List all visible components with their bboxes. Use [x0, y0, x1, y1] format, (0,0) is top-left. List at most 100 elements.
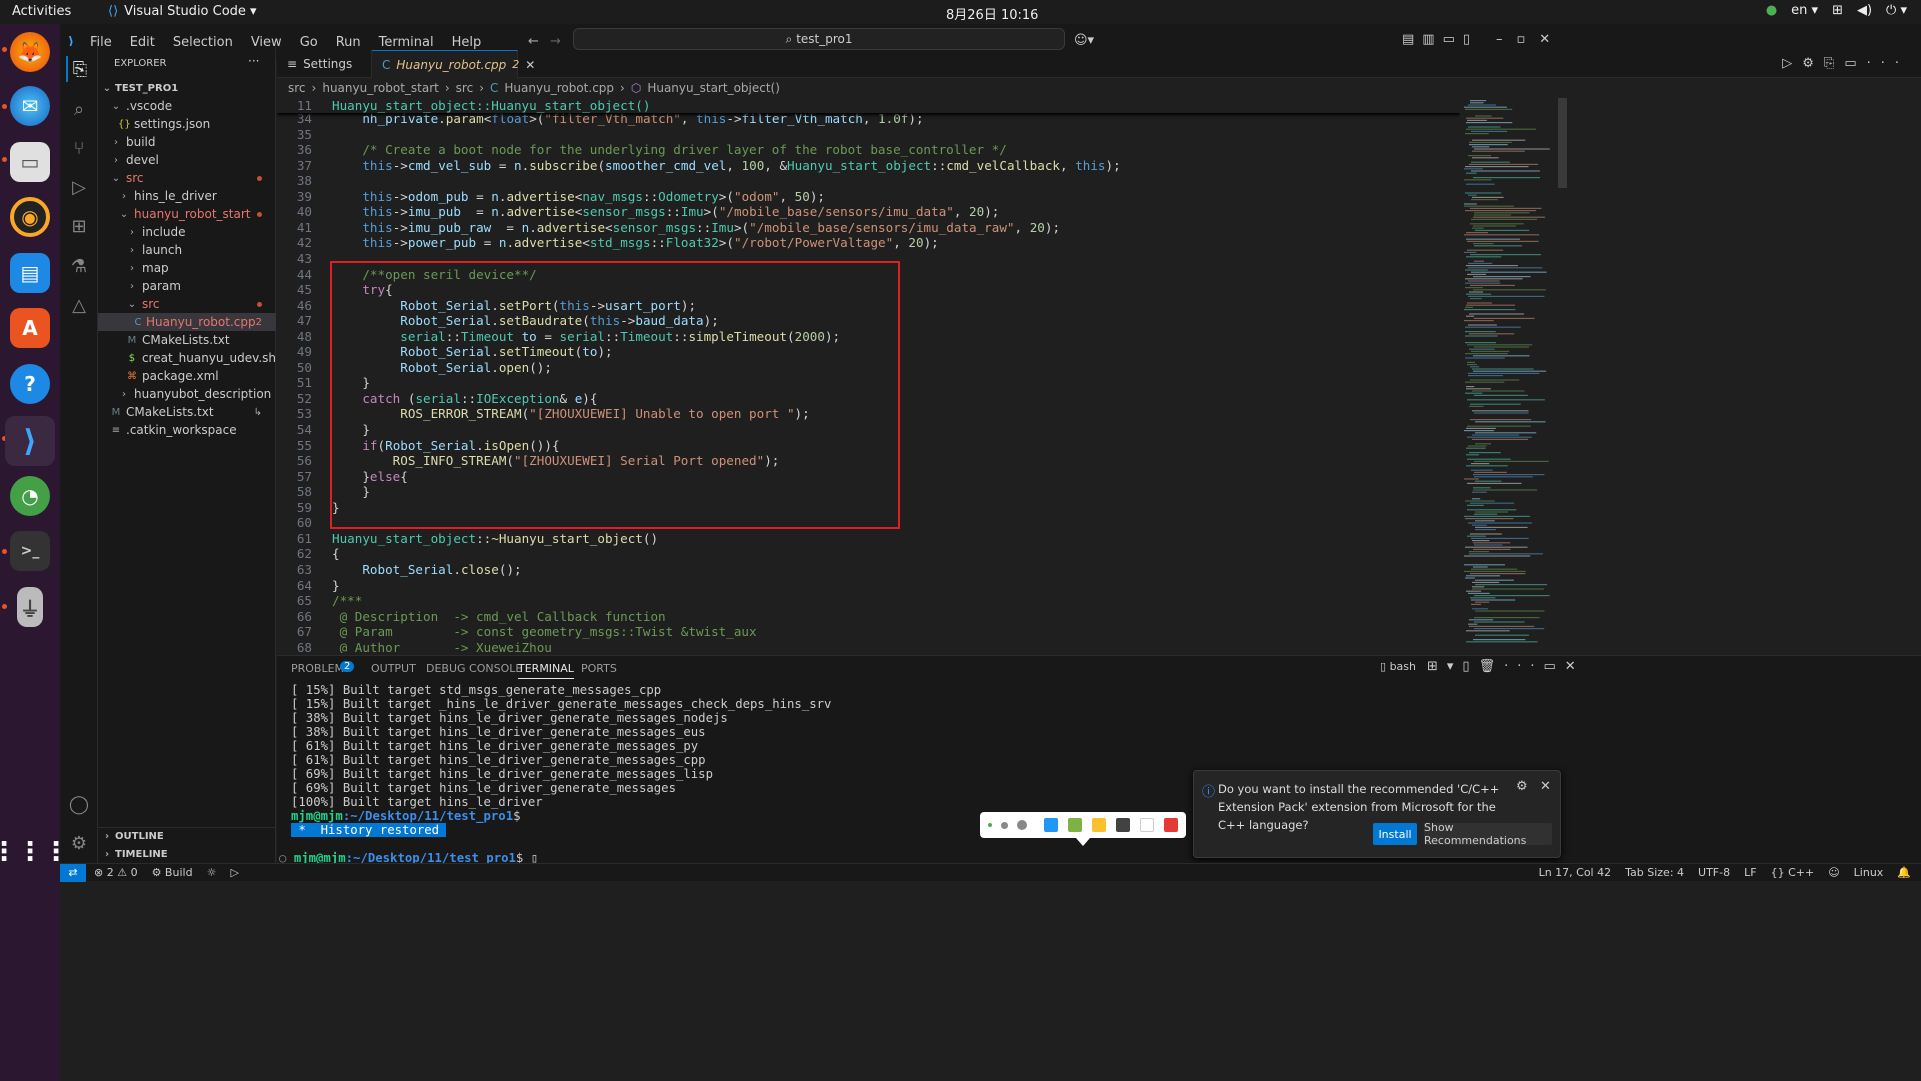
tab-huanyu-robot-cpp[interactable]: C Huanyu_robot.cpp 2 ✕: [372, 50, 535, 78]
writer-icon[interactable]: ▤: [10, 253, 50, 293]
clock[interactable]: 8月26日 10:16: [946, 4, 1038, 23]
tree-item-cmakelists-txt[interactable]: M CMakeLists.txt ↳: [98, 403, 276, 421]
tree-item-launch[interactable]: › launch: [98, 241, 276, 259]
testing-icon[interactable]: ⚗: [66, 253, 92, 279]
layout-controls[interactable]: ▤▥▭▯: [1402, 32, 1478, 47]
back-arrow-icon[interactable]: ←: [528, 34, 539, 49]
color-swatch[interactable]: [1044, 818, 1058, 832]
code-line[interactable]: this->cmd_vel_sub = n.subscribe(smoother…: [332, 158, 1120, 173]
size-medium-dot[interactable]: [1001, 821, 1008, 829]
copilot-status-icon[interactable]: ☺: [1828, 866, 1839, 879]
wechat-tray-icon[interactable]: ●: [1766, 3, 1777, 18]
source-control-icon[interactable]: ⑂: [66, 135, 92, 161]
thunderbird-icon[interactable]: ✉: [10, 86, 50, 126]
run-icon[interactable]: ▷: [230, 866, 238, 879]
tab-output[interactable]: OUTPUT: [371, 662, 416, 675]
volume-icon[interactable]: ◀): [1857, 3, 1872, 18]
panel-actions[interactable]: ⊞▾▯🗑···▭✕: [1427, 659, 1585, 674]
code-line[interactable]: this->imu_pub_raw = n.advertise<sensor_m…: [332, 220, 1060, 235]
code-line[interactable]: this->imu_pub = n.advertise<sensor_msgs:…: [332, 204, 999, 219]
code-line[interactable]: nh_private.param<float>("filter_Vth_matc…: [332, 111, 923, 126]
activities-button[interactable]: Activities: [12, 4, 71, 19]
cursor-position[interactable]: Ln 17, Col 42: [1539, 866, 1612, 879]
sticky-scroll[interactable]: 11 Huanyu_start_object::Huanyu_start_obj…: [277, 98, 1460, 113]
tree-item-build[interactable]: › build: [98, 133, 276, 151]
tree-item-huanyubot-description[interactable]: › huanyubot_description: [98, 385, 276, 403]
color-swatch[interactable]: [1164, 818, 1178, 832]
tree-item-src[interactable]: ⌄ src: [98, 169, 276, 187]
tree-item-cmakelists-txt[interactable]: M CMakeLists.txt: [98, 331, 276, 349]
code-line[interactable]: /***: [332, 593, 362, 608]
tab-size[interactable]: Tab Size: 4: [1625, 866, 1684, 879]
size-large-dot[interactable]: [1017, 820, 1027, 830]
code-line[interactable]: this->power_pub = n.advertise<std_msgs::…: [332, 235, 938, 250]
files-icon[interactable]: ▭: [10, 142, 50, 182]
code-line[interactable]: /* Create a boot node for the underlying…: [332, 142, 1006, 157]
tree-item-huanyu-robot-cpp[interactable]: C Huanyu_robot.cpp 2: [98, 313, 276, 331]
terminal-icon[interactable]: >_: [10, 531, 50, 571]
tab-terminal[interactable]: TERMINAL: [518, 662, 574, 679]
terminal-output[interactable]: [ 15%] Built target std_msgs_generate_me…: [279, 683, 831, 865]
project-root[interactable]: ⌄ TEST_PRO1: [98, 79, 276, 97]
editor-actions[interactable]: ▷⚙⎘▭···: [1782, 56, 1909, 71]
breadcrumb-item[interactable]: src: [288, 81, 306, 95]
color-swatch[interactable]: [1116, 818, 1130, 832]
tree-item-map[interactable]: › map: [98, 259, 276, 277]
rhythmbox-icon[interactable]: ◉: [10, 197, 50, 237]
code-line[interactable]: Robot_Serial.close();: [332, 562, 521, 577]
tree-item-include[interactable]: › include: [98, 223, 276, 241]
code-line[interactable]: @ Param -> const geometry_msgs::Twist &t…: [332, 624, 757, 639]
language-indicator[interactable]: en ▾: [1791, 3, 1818, 18]
breadcrumb-item[interactable]: huanyu_robot_start: [322, 81, 439, 95]
code-line[interactable]: Huanyu_start_object::~Huanyu_start_objec…: [332, 531, 658, 546]
show-apps-icon[interactable]: ⋮⋮⋮: [0, 832, 69, 872]
command-center-search[interactable]: ⌕ test_pro1: [573, 28, 1065, 50]
copilot-icon[interactable]: ☺▾: [1074, 33, 1094, 48]
code-line[interactable]: @ Description -> cmd_vel Callback functi…: [332, 609, 666, 624]
problems-status[interactable]: ⊗ 2 ⚠ 0: [94, 866, 138, 879]
extensions-icon[interactable]: ⊞: [66, 213, 92, 239]
tree-item--catkin-workspace[interactable]: ≡ .catkin_workspace: [98, 421, 276, 439]
tree-item-param[interactable]: › param: [98, 277, 276, 295]
outline-section[interactable]: › OUTLINE: [98, 827, 276, 845]
color-swatch[interactable]: [1068, 818, 1082, 832]
remote-icon[interactable]: ⇄: [60, 863, 86, 882]
terminal-shell-selector[interactable]: ▯ bash: [1380, 660, 1416, 673]
install-button[interactable]: Install: [1373, 823, 1417, 845]
window-controls[interactable]: –▫✕: [1496, 32, 1564, 47]
color-swatch[interactable]: [1140, 818, 1154, 832]
tree-item-package-xml[interactable]: ⌘ package.xml: [98, 367, 276, 385]
language-mode[interactable]: {} C++: [1771, 866, 1815, 879]
app-menu[interactable]: ⟨⟩ Visual Studio Code ▾: [108, 4, 257, 19]
breadcrumb-item[interactable]: Huanyu_robot.cpp: [504, 81, 614, 95]
encoding[interactable]: UTF-8: [1698, 866, 1730, 879]
debug-icon[interactable]: ☼: [207, 866, 217, 879]
timeline-section[interactable]: › TIMELINE: [98, 845, 276, 863]
tree-item-src[interactable]: ⌄ src: [98, 295, 276, 313]
account-icon[interactable]: ◯: [66, 791, 92, 817]
code-line[interactable]: this->odom_pub = n.advertise<nav_msgs::O…: [332, 189, 825, 204]
color-swatch[interactable]: [1092, 818, 1106, 832]
power-icon[interactable]: ⏻ ▾: [1886, 3, 1907, 18]
wechat-icon[interactable]: ◔: [10, 476, 50, 516]
tree-item-creat-huanyu-udev-sh[interactable]: $ creat_huanyu_udev.sh: [98, 349, 276, 367]
search-icon[interactable]: ⌕: [66, 96, 92, 122]
help-icon[interactable]: ?: [10, 364, 50, 404]
show-recommendations-button[interactable]: Show Recommendations: [1424, 821, 1552, 847]
close-icon[interactable]: ✕: [525, 58, 535, 72]
tab-ports[interactable]: PORTS: [581, 662, 617, 675]
scrollbar-thumb[interactable]: [1558, 98, 1567, 188]
minimap[interactable]: [1460, 98, 1560, 653]
code-line[interactable]: }: [332, 578, 340, 593]
build-status[interactable]: ⚙ Build: [152, 866, 193, 879]
run-debug-icon[interactable]: ▷: [66, 174, 92, 200]
breadcrumb-item[interactable]: src: [456, 81, 474, 95]
more-actions-icon[interactable]: ···: [248, 54, 259, 68]
explorer-icon[interactable]: ⎘: [66, 56, 92, 82]
notifications-bell-icon[interactable]: 🔔: [1897, 866, 1911, 879]
cmake-icon[interactable]: △: [66, 292, 92, 318]
tree-item-devel[interactable]: › devel: [98, 151, 276, 169]
os-status[interactable]: Linux: [1854, 866, 1884, 879]
close-icon[interactable]: ✕: [1540, 779, 1551, 794]
tab-debug-console[interactable]: DEBUG CONSOLE: [426, 662, 522, 675]
